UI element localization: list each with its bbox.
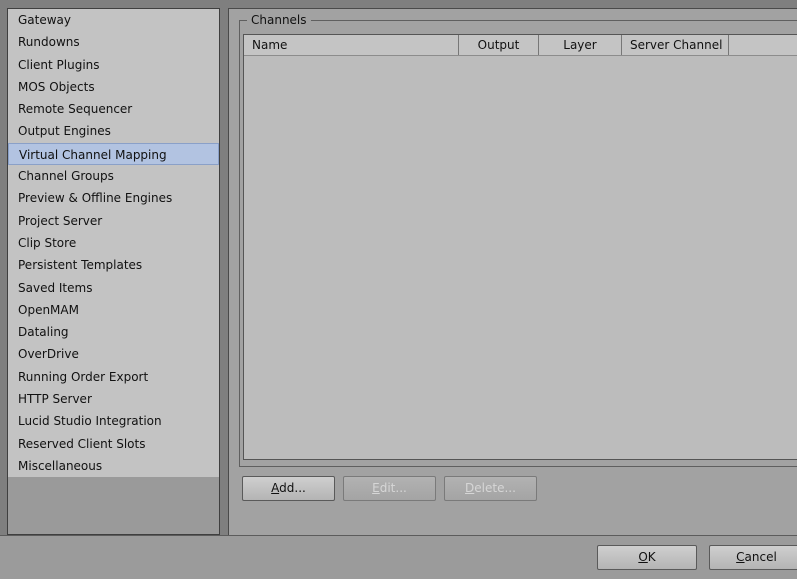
- delete-label: elete...: [474, 481, 516, 495]
- column-header-name[interactable]: Name: [244, 35, 459, 55]
- settings-panel: Channels Name Output Layer Server Channe…: [228, 8, 797, 535]
- channels-table-header: Name Output Layer Server Channel: [244, 35, 797, 56]
- sidebar-item-channel-groups[interactable]: Channel Groups: [8, 165, 219, 187]
- add-mnemonic: A: [271, 481, 280, 495]
- channels-table[interactable]: Name Output Layer Server Channel: [243, 34, 797, 460]
- cancel-label: ancel: [744, 550, 777, 564]
- add-button[interactable]: Add...: [242, 476, 335, 501]
- column-header-layer[interactable]: Layer: [539, 35, 622, 55]
- delete-button[interactable]: Delete...: [444, 476, 537, 501]
- sidebar-item-reserved-client-slots[interactable]: Reserved Client Slots: [8, 433, 219, 455]
- sidebar-item-preview-offline-engines[interactable]: Preview & Offline Engines: [8, 187, 219, 209]
- sidebar-item-overdrive[interactable]: OverDrive: [8, 343, 219, 365]
- sidebar-item-persistent-templates[interactable]: Persistent Templates: [8, 254, 219, 276]
- edit-mnemonic: E: [372, 481, 380, 495]
- sidebar-item-http-server[interactable]: HTTP Server: [8, 388, 219, 410]
- sidebar-item-lucid-studio-integration[interactable]: Lucid Studio Integration: [8, 410, 219, 432]
- edit-label: dit...: [379, 481, 407, 495]
- settings-category-list[interactable]: Gateway Rundowns Client Plugins MOS Objects…: [7, 8, 220, 535]
- column-header-server-channel[interactable]: Server Channel: [622, 35, 729, 55]
- channels-group-title: Channels: [247, 12, 311, 28]
- category-items: Gateway Rundowns Client Plugins MOS Objects…: [8, 9, 219, 478]
- sidebar-item-running-order-export[interactable]: Running Order Export: [8, 366, 219, 388]
- sidebar-item-remote-sequencer[interactable]: Remote Sequencer: [8, 98, 219, 120]
- sidebar-item-dataling[interactable]: Dataling: [8, 321, 219, 343]
- sidebar-item-clip-store[interactable]: Clip Store: [8, 232, 219, 254]
- sidebar-item-gateway[interactable]: Gateway: [8, 9, 219, 31]
- sidebar-item-client-plugins[interactable]: Client Plugins: [8, 54, 219, 76]
- sidebar-item-rundowns[interactable]: Rundowns: [8, 31, 219, 53]
- cancel-button[interactable]: Cancel: [709, 545, 797, 570]
- channels-table-body[interactable]: [244, 56, 797, 460]
- ok-button[interactable]: OK: [597, 545, 697, 570]
- edit-button[interactable]: Edit...: [343, 476, 436, 501]
- ok-label: K: [647, 550, 656, 564]
- sidebar-item-output-engines[interactable]: Output Engines: [8, 120, 219, 142]
- sidebar-item-virtual-channel-mapping[interactable]: Virtual Channel Mapping: [8, 142, 219, 166]
- column-header-output[interactable]: Output: [459, 35, 539, 55]
- sidebar-item-mos-objects[interactable]: MOS Objects: [8, 76, 219, 98]
- dialog-button-bar: OK Cancel: [0, 535, 797, 579]
- sidebar-item-project-server[interactable]: Project Server: [8, 210, 219, 232]
- sidebar-item-openmam[interactable]: OpenMAM: [8, 299, 219, 321]
- add-label: dd...: [279, 481, 306, 495]
- delete-mnemonic: D: [465, 481, 475, 495]
- ok-mnemonic: O: [638, 550, 648, 564]
- cancel-mnemonic: C: [736, 550, 745, 564]
- sidebar-item-saved-items[interactable]: Saved Items: [8, 277, 219, 299]
- sidebar-item-miscellaneous[interactable]: Miscellaneous: [8, 455, 219, 477]
